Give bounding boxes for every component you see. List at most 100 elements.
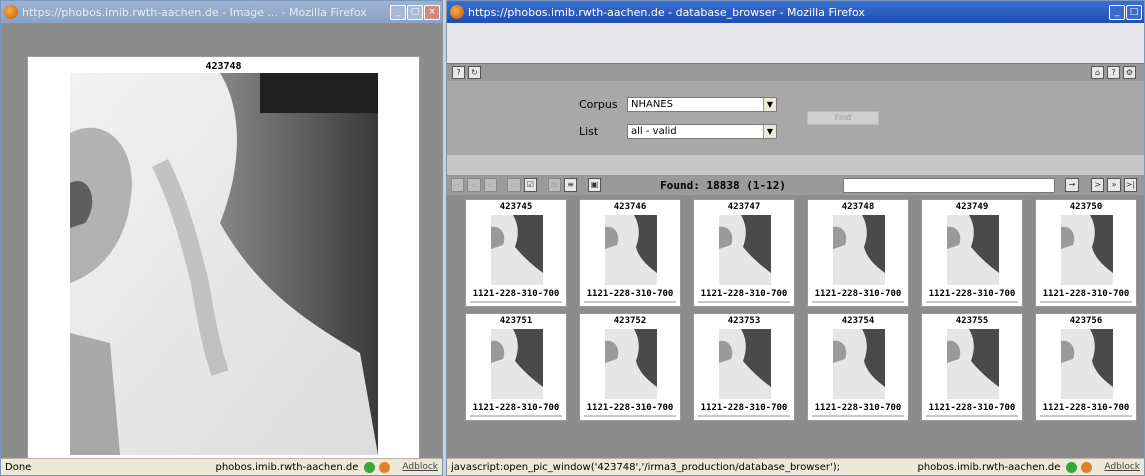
right-window-titlebar[interactable]: https://phobos.imib.rwth-aachen.de - dat… <box>447 1 1144 23</box>
thumbnail-divider <box>698 301 790 303</box>
thumbnail-caption: 1121-228-310-700 <box>472 289 560 299</box>
thumbnail-caption: 1121-228-310-700 <box>472 403 560 413</box>
thumbnail-card[interactable]: 423749 1121-228-310-700 <box>921 199 1023 307</box>
image-card: 423748 <box>27 56 420 475</box>
thumbnail-xray[interactable] <box>491 329 543 399</box>
grid-view-icon[interactable]: ▦ <box>547 178 561 192</box>
firefox-icon <box>450 5 464 19</box>
adblock-link[interactable]: Adblock <box>1104 462 1140 472</box>
list-label: List <box>579 125 599 138</box>
thumbnail-xray[interactable] <box>719 329 771 399</box>
help-icon[interactable]: ? <box>1107 66 1120 79</box>
thumbnail-caption: 1121-228-310-700 <box>928 289 1016 299</box>
left-window-titlebar[interactable]: https://phobos.imib.rwth-aachen.de - Ima… <box>1 1 442 23</box>
thumbnail-caption: 1121-228-310-700 <box>586 403 674 413</box>
thumbnail-card[interactable]: 423756 1121-228-310-700 <box>1035 313 1137 421</box>
go-icon[interactable]: → <box>1065 178 1079 192</box>
maximize-icon[interactable]: □ <box>407 4 423 20</box>
search-form: Corpus NHANES ▼ List all - valid ▼ Find <box>447 81 1144 155</box>
thumbnail-xray[interactable] <box>947 329 999 399</box>
maximize-icon[interactable]: □ <box>1126 4 1142 20</box>
fast-back-icon[interactable]: « <box>467 178 481 192</box>
reload-status-icon[interactable] <box>364 461 376 473</box>
viewer-area: 423748 <box>1 23 442 475</box>
thumbnail-divider <box>698 415 790 417</box>
thumbnail-card[interactable]: 423754 1121-228-310-700 <box>807 313 909 421</box>
chevron-down-icon[interactable]: ▼ <box>763 125 776 138</box>
list-row: List all - valid ▼ <box>579 124 777 139</box>
thumbnail-id: 423750 <box>1069 202 1103 212</box>
thumbnail-divider <box>812 415 904 417</box>
right-window-title: https://phobos.imib.rwth-aachen.de - dat… <box>468 5 865 19</box>
thumbnail-card[interactable]: 423751 1121-228-310-700 <box>465 313 567 421</box>
print-icon[interactable]: ▣ <box>587 178 602 192</box>
found-count: Found: 18838 (1-12) <box>660 178 786 192</box>
image-viewer-window: https://phobos.imib.rwth-aachen.de - Ima… <box>0 0 443 476</box>
thumbnail-xray[interactable] <box>605 329 657 399</box>
prev-page-icon[interactable]: < <box>483 178 497 192</box>
image-id: 423748 <box>205 61 242 72</box>
thumbnail-xray[interactable] <box>833 215 885 285</box>
corpus-select[interactable]: NHANES ▼ <box>627 97 777 112</box>
left-window-title: https://phobos.imib.rwth-aachen.de - Ima… <box>22 5 367 19</box>
thumbnail-divider <box>470 301 562 303</box>
select-all-icon[interactable]: ☑ <box>523 178 538 192</box>
home-icon[interactable]: ⌂ <box>1091 66 1104 79</box>
thumbnail-caption: 1121-228-310-700 <box>814 289 902 299</box>
thumbnail-id: 423748 <box>841 202 875 212</box>
thumbnail-card[interactable]: 423748 1121-228-310-700 <box>807 199 909 307</box>
status-host: phobos.imib.rwth-aachen.de <box>917 461 1061 473</box>
thumbnail-xray[interactable] <box>1061 215 1113 285</box>
thumbnail-xray[interactable] <box>833 329 885 399</box>
list-view-icon[interactable]: ≡ <box>563 178 578 192</box>
refresh-icon[interactable]: ↻ <box>468 66 481 79</box>
view-mode-icon[interactable]: ▭ <box>507 178 521 192</box>
thumbnail-xray[interactable] <box>947 215 999 285</box>
chevron-down-icon[interactable]: ▼ <box>763 98 776 111</box>
thumbnail-card[interactable]: 423746 1121-228-310-700 <box>579 199 681 307</box>
minimize-icon[interactable]: _ <box>1109 4 1125 20</box>
thumbnail-id: 423746 <box>613 202 647 212</box>
close-icon[interactable]: × <box>424 4 440 20</box>
right-statusbar: javascript:open_pic_window('423748','/ir… <box>447 458 1144 475</box>
adblock-link[interactable]: Adblock <box>402 462 438 472</box>
thumbnail-id: 423747 <box>727 202 761 212</box>
firefox-status-icon[interactable] <box>1081 461 1093 473</box>
thumbnail-xray[interactable] <box>605 215 657 285</box>
thumbnail-xray[interactable] <box>1061 329 1113 399</box>
left-statusbar: Done phobos.imib.rwth-aachen.de Adblock <box>1 458 442 475</box>
thumbnail-divider <box>1040 301 1132 303</box>
settings-icon[interactable]: ⚙ <box>1123 66 1136 79</box>
thumbnail-xray[interactable] <box>491 215 543 285</box>
thumbnail-id: 423752 <box>613 316 647 326</box>
thumbnail-divider <box>926 301 1018 303</box>
last-page-icon[interactable]: >| <box>1123 178 1137 192</box>
first-page-icon[interactable]: |< <box>451 178 465 192</box>
thumbnail-divider <box>584 301 676 303</box>
thumbnail-card[interactable]: 423753 1121-228-310-700 <box>693 313 795 421</box>
thumbnail-caption: 1121-228-310-700 <box>814 403 902 413</box>
thumbnail-card[interactable]: 423752 1121-228-310-700 <box>579 313 681 421</box>
thumbnail-card[interactable]: 423747 1121-228-310-700 <box>693 199 795 307</box>
minimize-icon[interactable]: _ <box>390 4 406 20</box>
thumbnail-card[interactable]: 423750 1121-228-310-700 <box>1035 199 1137 307</box>
thumbnail-caption: 1121-228-310-700 <box>1042 403 1130 413</box>
list-select[interactable]: all - valid ▼ <box>627 124 777 139</box>
database-browser-window: https://phobos.imib.rwth-aachen.de - dat… <box>446 0 1145 476</box>
corpus-label: Corpus <box>579 98 618 111</box>
thumbnail-divider <box>584 415 676 417</box>
thumbnail-card[interactable]: 423745 1121-228-310-700 <box>465 199 567 307</box>
reload-status-icon[interactable] <box>1066 461 1078 473</box>
separator-strip <box>447 155 1144 175</box>
find-button[interactable]: Find <box>807 111 879 125</box>
thumbnail-grid: 423745 1121-228-310-700 423746 1121-228-310… <box>447 195 1144 458</box>
thumbnail-xray[interactable] <box>719 215 771 285</box>
thumbnail-id: 423751 <box>499 316 533 326</box>
help-cursor-icon[interactable]: ? <box>452 66 465 79</box>
status-text: Done <box>5 461 32 473</box>
firefox-status-icon[interactable] <box>379 461 391 473</box>
fast-forward-icon[interactable]: » <box>1107 178 1121 192</box>
jump-input[interactable] <box>843 177 1056 193</box>
next-page-icon[interactable]: > <box>1091 178 1105 192</box>
thumbnail-card[interactable]: 423755 1121-228-310-700 <box>921 313 1023 421</box>
